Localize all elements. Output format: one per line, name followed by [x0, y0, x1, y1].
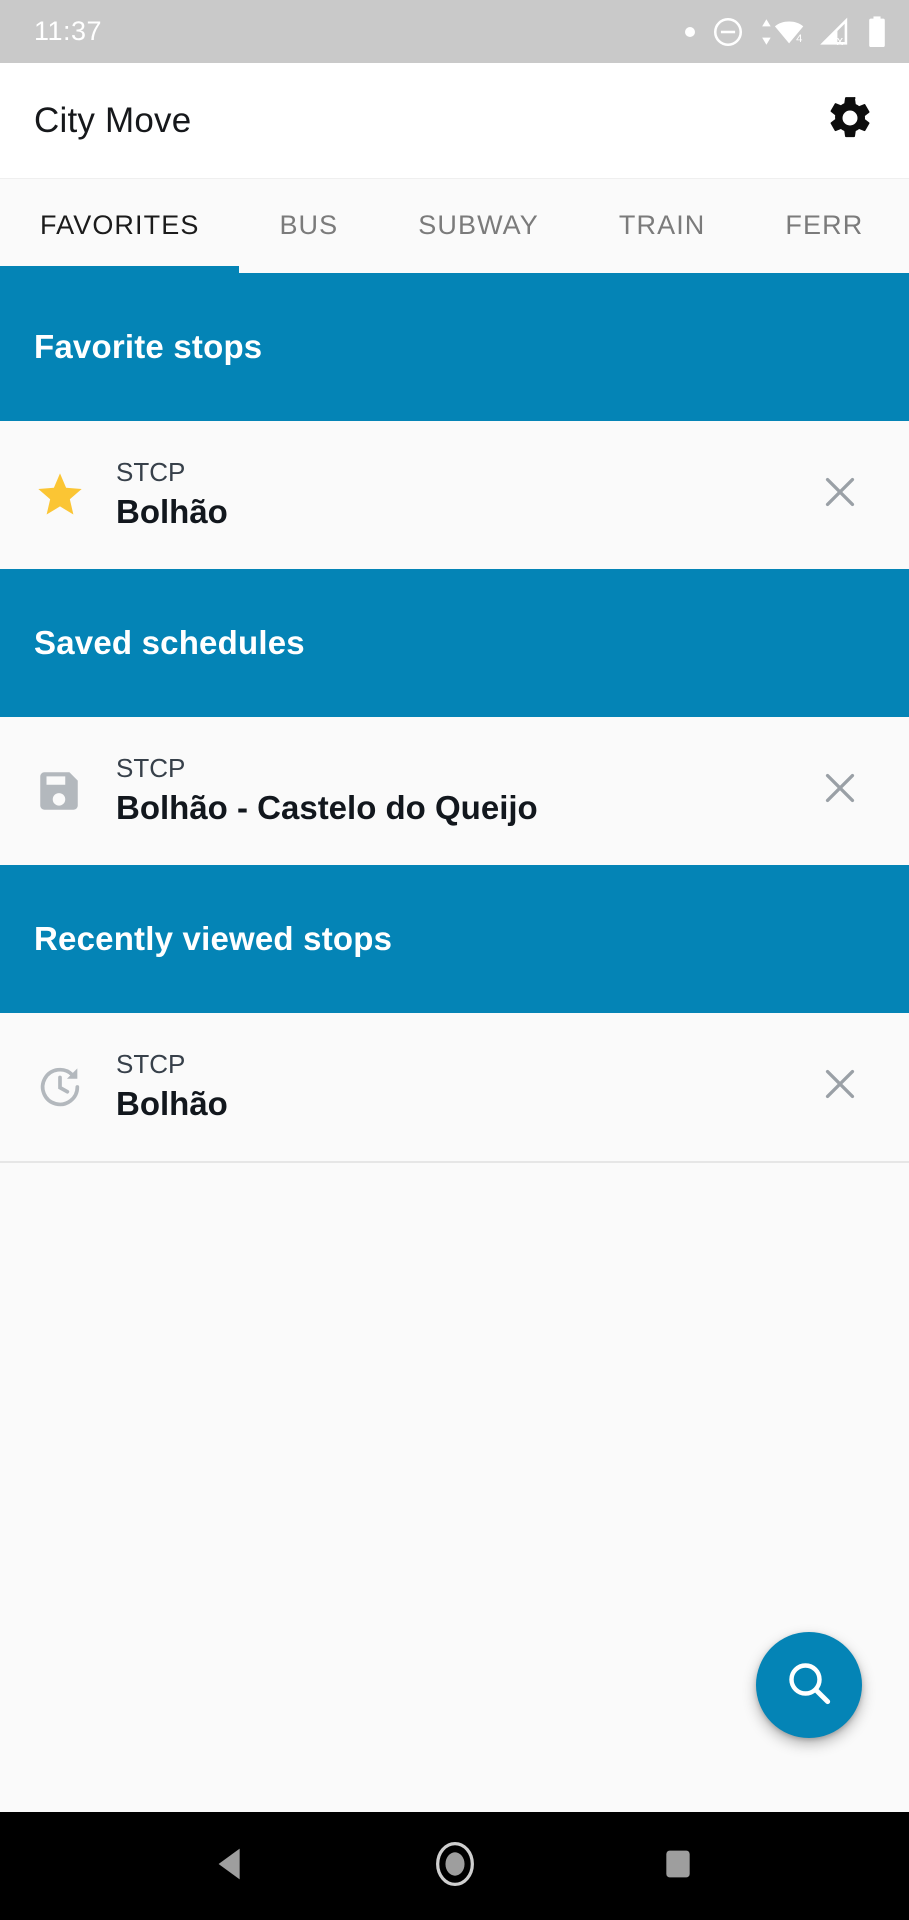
list-item-text: STCP Bolhão - Castelo do Queijo — [112, 753, 805, 828]
status-clock: 11:37 — [34, 16, 103, 46]
section-title: Favorite stops — [34, 328, 263, 365]
phone-screen: 11:37 4 x City Move FAVORITES BUS SUBWAY… — [0, 0, 909, 1920]
tab-bar[interactable]: FAVORITES BUS SUBWAY TRAIN FERR — [0, 178, 909, 273]
stop-name: Bolhão — [116, 493, 228, 531]
wifi-transfer-icon: 4 — [759, 15, 805, 49]
tab-label: FERR — [785, 210, 864, 240]
app-bar: City Move — [0, 63, 909, 178]
section-title: Saved schedules — [34, 624, 305, 661]
list-item[interactable]: STCP Bolhão — [0, 1013, 909, 1161]
nav-back-button[interactable] — [192, 1826, 272, 1906]
tab-label: BUS — [279, 210, 339, 240]
remove-schedule-button[interactable] — [805, 765, 875, 816]
tab-ferry[interactable]: FERR — [745, 178, 903, 273]
star-icon — [34, 469, 112, 521]
list-item-text: STCP Bolhão — [112, 457, 805, 532]
list-item-text: STCP Bolhão — [112, 1049, 805, 1124]
do-not-disturb-icon — [711, 15, 745, 49]
svg-text:x: x — [837, 32, 844, 47]
stop-name: Bolhão — [116, 1085, 228, 1123]
close-icon — [817, 469, 863, 520]
history-icon — [34, 1061, 112, 1113]
android-nav-bar — [0, 1812, 909, 1920]
back-triangle-icon — [209, 1841, 255, 1892]
operator-label: STCP — [116, 1049, 186, 1080]
save-floppy-icon — [34, 766, 112, 816]
section-title: Recently viewed stops — [34, 920, 393, 957]
close-icon — [817, 765, 863, 816]
battery-icon — [867, 15, 887, 49]
tab-bus[interactable]: BUS — [239, 178, 378, 273]
section-header-saved-schedules: Saved schedules — [0, 569, 909, 717]
nav-recents-button[interactable] — [638, 1826, 718, 1906]
home-circle-icon — [429, 1838, 481, 1895]
status-icon-tray: 4 x — [683, 15, 887, 49]
tab-label: FAVORITES — [40, 210, 200, 240]
status-bar: 11:37 4 x — [0, 0, 909, 63]
schedule-name: Bolhão - Castelo do Queijo — [116, 789, 538, 827]
remove-recent-button[interactable] — [805, 1061, 875, 1112]
tab-train[interactable]: TRAIN — [579, 178, 746, 273]
list-end-divider — [0, 1161, 909, 1163]
operator-label: STCP — [116, 753, 186, 784]
gear-icon — [825, 93, 875, 148]
tab-label: TRAIN — [618, 210, 706, 240]
remove-favorite-button[interactable] — [805, 469, 875, 520]
tab-subway[interactable]: SUBWAY — [378, 178, 579, 273]
dot-indicator-icon — [683, 25, 697, 39]
favorites-list: Favorite stops STCP Bolhão Saved schedul… — [0, 273, 909, 1812]
operator-label: STCP — [116, 457, 186, 488]
settings-button[interactable] — [819, 90, 881, 152]
tab-label: SUBWAY — [418, 210, 539, 240]
recents-square-icon — [658, 1844, 698, 1889]
tab-favorites[interactable]: FAVORITES — [0, 178, 240, 273]
close-icon — [817, 1061, 863, 1112]
search-fab-button[interactable] — [756, 1632, 862, 1738]
list-item[interactable]: STCP Bolhão — [0, 421, 909, 569]
page-title: City Move — [34, 100, 192, 140]
section-header-recently-viewed-stops: Recently viewed stops — [0, 865, 909, 1013]
section-header-favorite-stops: Favorite stops — [0, 273, 909, 421]
search-icon — [781, 1655, 837, 1716]
svg-text:4: 4 — [796, 32, 802, 44]
nav-home-button[interactable] — [415, 1826, 495, 1906]
list-item[interactable]: STCP Bolhão - Castelo do Queijo — [0, 717, 909, 865]
mobile-signal-off-icon: x — [819, 15, 853, 49]
